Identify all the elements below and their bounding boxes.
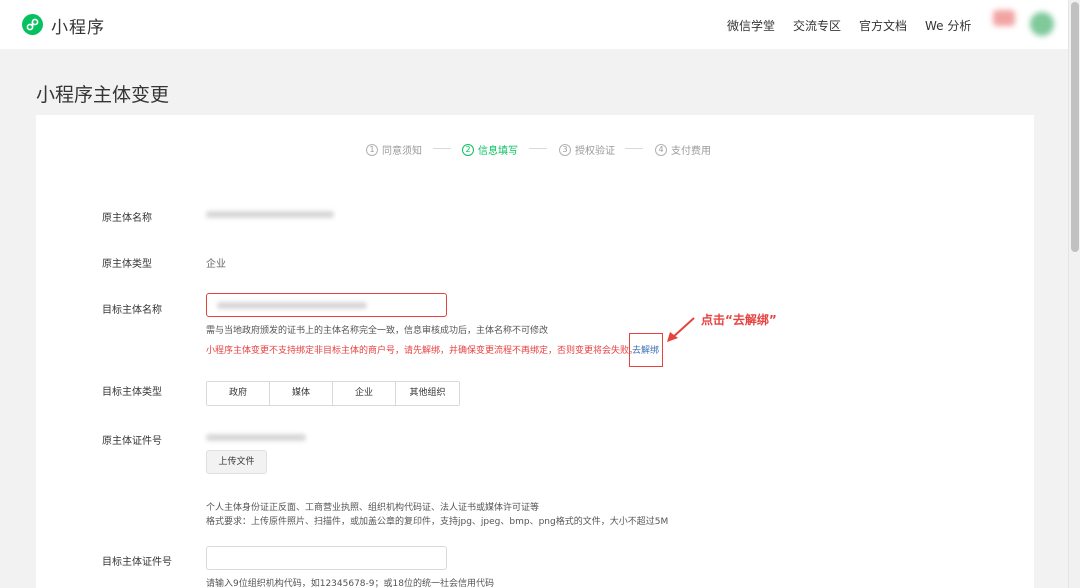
orig-cert-label: 原主体证件号: [102, 436, 162, 447]
step-divider: [433, 148, 451, 149]
orig-name-value: [206, 211, 334, 218]
step-divider: [529, 148, 547, 149]
step-pay: 4 支付费用: [655, 142, 711, 157]
unbind-link[interactable]: 去解绑: [632, 343, 659, 356]
target-name-input[interactable]: [206, 293, 447, 317]
target-name-hint: 需与当地政府颁发的证书上的主体名称完全一致，信息审核成功后，主体名称不可修改: [206, 326, 549, 336]
unbind-callout: 点击“去解绑”: [701, 313, 777, 327]
user-avatar[interactable]: [1030, 12, 1054, 36]
notification-avatar[interactable]: [993, 10, 1015, 26]
orig-type-label: 原主体类型: [102, 259, 152, 270]
mini-program-logo-icon[interactable]: [22, 14, 43, 35]
upload-hint-types: 个人主体身份证正反面、工商营业执照、组织机构代码证、法人证书或媒体许可证等: [206, 503, 540, 513]
step-label: 信息填写: [478, 146, 518, 157]
target-cert-hint: 请输入9位组织机构代码，如12345678-9；或18位的统一社会信用代码: [206, 579, 494, 588]
step-label: 授权验证: [575, 146, 615, 157]
step-number: 2: [462, 143, 474, 156]
scrollbar-thumb[interactable]: [1071, 2, 1079, 252]
orig-name-label: 原主体名称: [102, 213, 152, 224]
nav-docs[interactable]: 官方文档: [859, 17, 907, 34]
orig-type-value: 企业: [206, 259, 226, 270]
top-header: 小程序 微信学堂 交流专区 官方文档 We 分析: [0, 0, 1068, 49]
step-divider: [625, 148, 643, 149]
target-type-enterprise[interactable]: 企业: [333, 382, 396, 405]
step-agree: 1 同意须知: [366, 142, 422, 157]
target-name-value: [217, 302, 367, 309]
upload-file-button[interactable]: 上传文件: [206, 450, 267, 474]
target-name-label: 目标主体名称: [102, 305, 162, 316]
target-cert-input[interactable]: [206, 546, 447, 570]
target-type-government[interactable]: 政府: [207, 382, 270, 405]
step-fill-info: 2 信息填写: [462, 142, 518, 157]
target-type-label: 目标主体类型: [102, 387, 162, 398]
step-number: 3: [559, 143, 571, 156]
nav-wechat-academy[interactable]: 微信学堂: [727, 17, 775, 34]
page-title: 小程序主体变更: [36, 84, 170, 106]
callout-arrow-icon: [667, 317, 695, 342]
step-verify: 3 授权验证: [559, 142, 615, 157]
step-label: 支付费用: [671, 146, 711, 157]
brand-title[interactable]: 小程序: [51, 13, 105, 38]
step-label: 同意须知: [382, 146, 422, 157]
target-type-selector: 政府 媒体 企业 其他组织: [206, 381, 460, 406]
upload-hint-format: 格式要求：上传原件照片、扫描件，或加盖公章的复印件，支持jpg、jpeg、bmp…: [206, 517, 669, 527]
target-name-warning: 小程序主体变更不支持绑定非目标主体的商户号，请先解绑，并确保变更流程不再绑定，否…: [206, 346, 639, 356]
step-number: 1: [366, 143, 378, 156]
target-type-other[interactable]: 其他组织: [396, 382, 459, 405]
target-cert-label: 目标主体证件号: [102, 557, 172, 568]
nav-we-analysis[interactable]: We 分析: [925, 17, 971, 34]
step-number: 4: [655, 143, 667, 156]
target-type-media[interactable]: 媒体: [270, 382, 333, 405]
nav-community[interactable]: 交流专区: [793, 17, 841, 34]
orig-cert-value: [206, 434, 306, 441]
page-scrollbar[interactable]: [1068, 0, 1080, 588]
